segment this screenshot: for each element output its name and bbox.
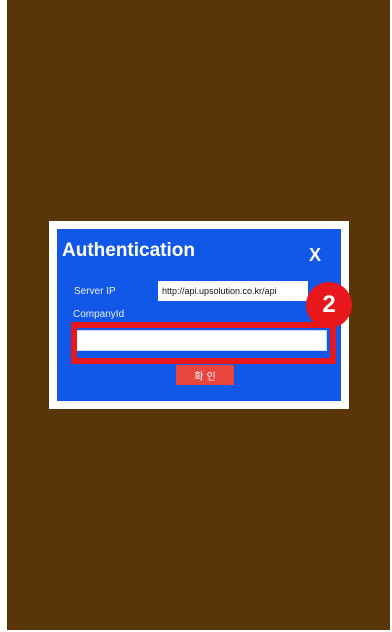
server-ip-label: Server IP — [74, 286, 116, 297]
step-badge: 2 — [306, 282, 352, 328]
close-button[interactable]: X — [309, 245, 321, 265]
server-ip-input[interactable] — [158, 281, 308, 301]
auth-dialog-frame: Authentication X Server IP CompanyId 확 인 — [49, 221, 349, 409]
company-id-label: CompanyId — [73, 309, 125, 320]
highlight-box — [71, 322, 336, 364]
auth-dialog: Authentication X Server IP CompanyId 확 인 — [57, 229, 341, 401]
dialog-title: Authentication — [62, 240, 195, 261]
confirm-button[interactable]: 확 인 — [176, 365, 234, 385]
